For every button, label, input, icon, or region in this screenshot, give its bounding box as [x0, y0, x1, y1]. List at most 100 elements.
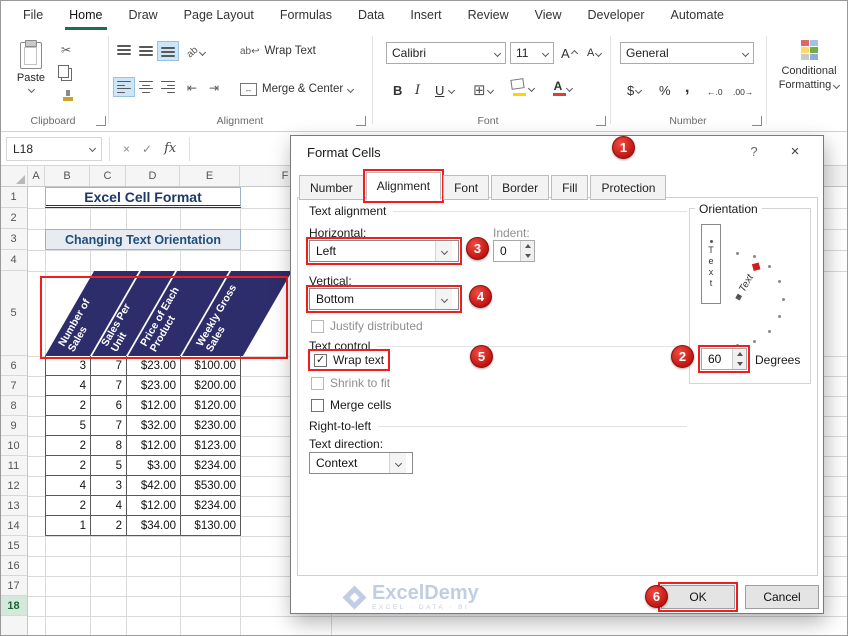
- cancel-formula-icon[interactable]: ×: [117, 142, 136, 156]
- row-header-15[interactable]: 15: [0, 536, 27, 556]
- insert-function-icon[interactable]: fx: [158, 141, 182, 156]
- cell[interactable]: 7: [91, 356, 127, 376]
- row-header-1[interactable]: 1: [0, 187, 27, 208]
- column-header-a[interactable]: A: [28, 166, 45, 186]
- wrap-text-checkbox-row[interactable]: Wrap text: [307, 349, 391, 371]
- row-header-9[interactable]: 9: [0, 416, 27, 436]
- increase-decimal-button[interactable]: ←.0: [704, 82, 726, 102]
- cell[interactable]: $12.00: [127, 496, 181, 516]
- needle-handle-icon[interactable]: [751, 262, 760, 272]
- sheet-title-cell[interactable]: Excel Cell Format: [45, 187, 241, 208]
- align-right-button[interactable]: [158, 78, 178, 96]
- shrink-to-fit-checkbox[interactable]: [311, 376, 324, 390]
- cell[interactable]: $100.00: [181, 356, 241, 376]
- row-header-12[interactable]: 12: [0, 476, 27, 496]
- row-header-11[interactable]: 11: [0, 456, 27, 476]
- column-header-e[interactable]: E: [180, 166, 240, 186]
- horizontal-dropdown[interactable]: Left: [306, 237, 462, 265]
- italic-button[interactable]: I: [412, 80, 423, 100]
- cancel-button[interactable]: Cancel: [745, 585, 819, 609]
- wrap-text-button[interactable]: ab↩ Wrap Text: [240, 40, 316, 62]
- spinner-buttons[interactable]: [520, 241, 534, 261]
- alignment-dialog-launcher-icon[interactable]: [356, 116, 366, 126]
- cell[interactable]: 3: [46, 356, 91, 376]
- cell[interactable]: 5: [46, 416, 91, 436]
- align-left-button[interactable]: [113, 77, 135, 97]
- cell[interactable]: 3: [91, 476, 127, 496]
- dialog-tab-protection[interactable]: Protection: [590, 175, 667, 200]
- cell[interactable]: $230.00: [181, 416, 241, 436]
- row-header-5[interactable]: 5: [0, 271, 27, 356]
- decrease-decimal-button[interactable]: .00→: [730, 82, 756, 102]
- enter-formula-icon[interactable]: ✓: [136, 142, 158, 156]
- dialog-tab-number[interactable]: Number: [299, 175, 364, 200]
- merge-center-button[interactable]: ↔ Merge & Center: [240, 78, 355, 100]
- shrink-to-fit-checkbox-row[interactable]: Shrink to fit: [311, 376, 390, 390]
- tab-insert[interactable]: Insert: [397, 0, 454, 30]
- vertical-dropdown[interactable]: Bottom: [306, 285, 462, 313]
- number-format-combo[interactable]: General: [620, 42, 754, 64]
- tab-formulas[interactable]: Formulas: [267, 0, 345, 30]
- cell[interactable]: 1: [46, 516, 91, 536]
- row-header-14[interactable]: 14: [0, 516, 27, 536]
- text-direction-dropdown[interactable]: Context: [309, 452, 413, 474]
- merge-cells-checkbox[interactable]: [311, 398, 324, 412]
- dialog-tab-font[interactable]: Font: [443, 175, 490, 200]
- name-box[interactable]: L18: [6, 136, 102, 161]
- cell[interactable]: 7: [91, 416, 127, 436]
- bold-button[interactable]: B: [390, 80, 405, 100]
- increase-indent-button[interactable]: ⇥: [206, 78, 222, 98]
- paste-button[interactable]: Paste: [8, 38, 54, 112]
- dialog-tab-fill[interactable]: Fill: [551, 175, 589, 200]
- dialog-tab-border[interactable]: Border: [491, 175, 550, 200]
- font-name-combo[interactable]: Calibri: [386, 42, 506, 64]
- font-color-button[interactable]: A: [548, 78, 575, 98]
- column-header-c[interactable]: C: [90, 166, 126, 186]
- cell[interactable]: 2: [46, 496, 91, 516]
- cell[interactable]: $234.00: [181, 456, 241, 476]
- justify-distributed-checkbox[interactable]: [311, 319, 324, 333]
- cell[interactable]: $530.00: [181, 476, 241, 496]
- cell[interactable]: $234.00: [181, 496, 241, 516]
- tab-developer[interactable]: Developer: [575, 0, 658, 30]
- cell[interactable]: 8: [91, 436, 127, 456]
- font-dialog-launcher-icon[interactable]: [596, 116, 606, 126]
- shrink-font-button[interactable]: A: [584, 43, 604, 63]
- cell[interactable]: 2: [91, 516, 127, 536]
- row-header-10[interactable]: 10: [0, 436, 27, 456]
- cell[interactable]: 4: [46, 376, 91, 396]
- cell[interactable]: $23.00: [127, 356, 181, 376]
- degrees-spinner[interactable]: 60: [698, 345, 750, 373]
- decrease-indent-button[interactable]: ⇤: [184, 78, 200, 98]
- select-all-corner[interactable]: [0, 166, 28, 186]
- cut-button[interactable]: ✂: [58, 40, 74, 60]
- tab-file[interactable]: File: [10, 0, 56, 30]
- cell[interactable]: 7: [91, 376, 127, 396]
- indent-spinner[interactable]: 0: [493, 240, 535, 262]
- underline-button[interactable]: U: [432, 80, 457, 100]
- number-dialog-launcher-icon[interactable]: [752, 116, 762, 126]
- tab-draw[interactable]: Draw: [116, 0, 171, 30]
- accounting-format-button[interactable]: $: [624, 80, 644, 100]
- row-header-4[interactable]: 4: [0, 250, 27, 271]
- align-middle-button[interactable]: [136, 42, 156, 60]
- row-header-3[interactable]: 3: [0, 229, 27, 250]
- tab-view[interactable]: View: [522, 0, 575, 30]
- row-header-13[interactable]: 13: [0, 496, 27, 516]
- copy-button[interactable]: [58, 62, 75, 82]
- tab-home[interactable]: Home: [56, 0, 115, 30]
- align-top-button[interactable]: [114, 42, 134, 60]
- cell[interactable]: $130.00: [181, 516, 241, 536]
- format-painter-button[interactable]: [59, 86, 77, 106]
- row-header-16[interactable]: 16: [0, 556, 27, 576]
- row-header-8[interactable]: 8: [0, 396, 27, 416]
- grow-font-button[interactable]: A: [558, 43, 580, 63]
- wrap-text-checkbox[interactable]: [314, 353, 327, 367]
- cell[interactable]: $23.00: [127, 376, 181, 396]
- cell[interactable]: $3.00: [127, 456, 181, 476]
- tab-review[interactable]: Review: [455, 0, 522, 30]
- column-header-b[interactable]: B: [45, 166, 90, 186]
- conditional-formatting-button[interactable]: Conditional Formatting: [774, 36, 844, 124]
- cell[interactable]: $120.00: [181, 396, 241, 416]
- fill-color-button[interactable]: [508, 78, 537, 98]
